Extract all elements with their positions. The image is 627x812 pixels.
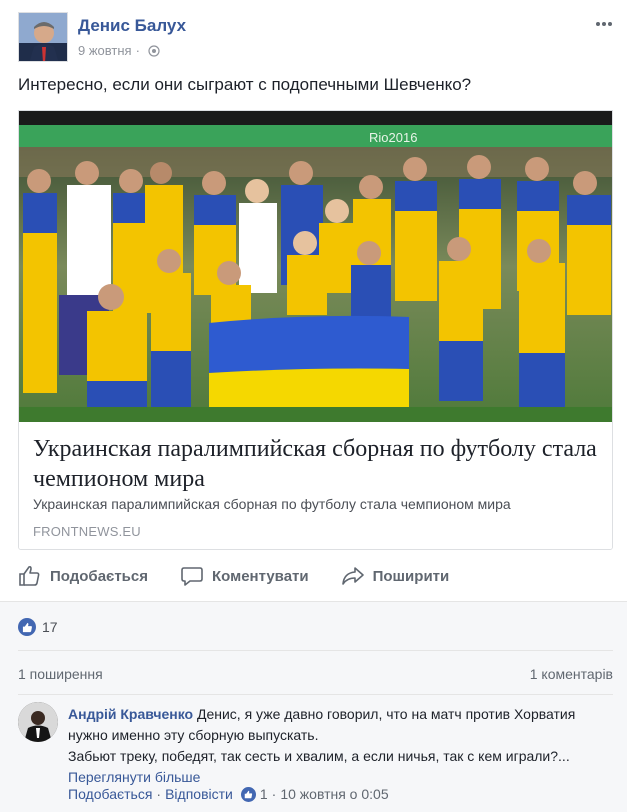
banner-text: Rio2016 bbox=[369, 130, 417, 145]
footer-separator: · bbox=[271, 786, 277, 802]
commenter-avatar-image bbox=[18, 702, 58, 742]
like-reaction-icon bbox=[18, 618, 36, 636]
comments-count[interactable]: 1 коментарів bbox=[530, 666, 613, 682]
meta-separator: · bbox=[135, 43, 140, 58]
link-preview-body: Украинская паралимпийская сборная по фут… bbox=[19, 422, 612, 549]
comment-reply-link[interactable]: Відповісти bbox=[165, 786, 233, 802]
post-actions-bar: Подобається Коментувати Поширити bbox=[18, 560, 613, 592]
thumbs-up-icon bbox=[19, 565, 40, 586]
footer-separator: · bbox=[156, 786, 162, 802]
share-button[interactable]: Поширити bbox=[341, 564, 450, 588]
comment-footer: Подобається · Відповісти 1 · 10 жовтня о… bbox=[68, 786, 389, 802]
reactions-summary[interactable]: 17 bbox=[18, 618, 58, 636]
post-date[interactable]: 9 жовтня bbox=[78, 43, 132, 58]
divider bbox=[18, 694, 613, 695]
comment-body: Андрій Кравченко Денис, я уже давно гово… bbox=[68, 704, 608, 788]
comments-section: 17 1 поширення 1 коментарів Андрій Кравч… bbox=[0, 601, 627, 812]
see-more-link[interactable]: Переглянути більше bbox=[68, 769, 200, 785]
post-text: Интересно, если они сыграют с подопечным… bbox=[18, 75, 472, 94]
link-preview-card[interactable]: Rio2016 Украинская паралимпийская сборна… bbox=[18, 110, 613, 550]
like-button[interactable]: Подобається bbox=[18, 564, 148, 588]
share-label: Поширити bbox=[372, 567, 450, 585]
commenter-name[interactable]: Андрій Кравченко bbox=[68, 706, 193, 722]
link-domain: FRONTNEWS.EU bbox=[33, 524, 141, 539]
link-title[interactable]: Украинская паралимпийская сборная по фут… bbox=[33, 434, 603, 494]
like-label: Подобається bbox=[50, 567, 148, 585]
comment-like-link[interactable]: Подобається bbox=[68, 786, 152, 802]
more-options-icon[interactable] bbox=[594, 16, 614, 32]
link-description: Украинская паралимпийская сборная по фут… bbox=[33, 496, 511, 512]
likes-count: 17 bbox=[42, 619, 58, 635]
post-meta: 9 жовтня · bbox=[78, 43, 160, 58]
share-icon bbox=[341, 567, 364, 585]
divider bbox=[18, 650, 613, 651]
comment-like-icon bbox=[240, 786, 256, 802]
comment-item: Андрій Кравченко Денис, я уже давно гово… bbox=[18, 702, 618, 812]
globe-icon[interactable] bbox=[148, 44, 160, 57]
author-avatar-image bbox=[19, 13, 67, 61]
comment-time[interactable]: 10 жовтня о 0:05 bbox=[280, 786, 388, 802]
author-name[interactable]: Денис Балух bbox=[78, 16, 186, 36]
comment-like-count[interactable]: 1 bbox=[260, 786, 268, 802]
commenter-avatar[interactable] bbox=[18, 702, 58, 742]
comment-button[interactable]: Коментувати bbox=[180, 564, 309, 588]
comment-text-continued: Забьют треку, победят, так сесть и хвали… bbox=[68, 748, 570, 764]
team-photo-illustration: Rio2016 bbox=[19, 111, 612, 422]
team-photo-image: Rio2016 bbox=[19, 111, 612, 422]
post-header: Денис Балух 9 жовтня · bbox=[18, 12, 618, 64]
ukrainian-flag bbox=[209, 315, 409, 422]
comment-label: Коментувати bbox=[211, 567, 309, 585]
shares-count[interactable]: 1 поширення bbox=[18, 666, 103, 682]
comment-icon bbox=[181, 567, 203, 586]
author-avatar[interactable] bbox=[18, 12, 68, 62]
